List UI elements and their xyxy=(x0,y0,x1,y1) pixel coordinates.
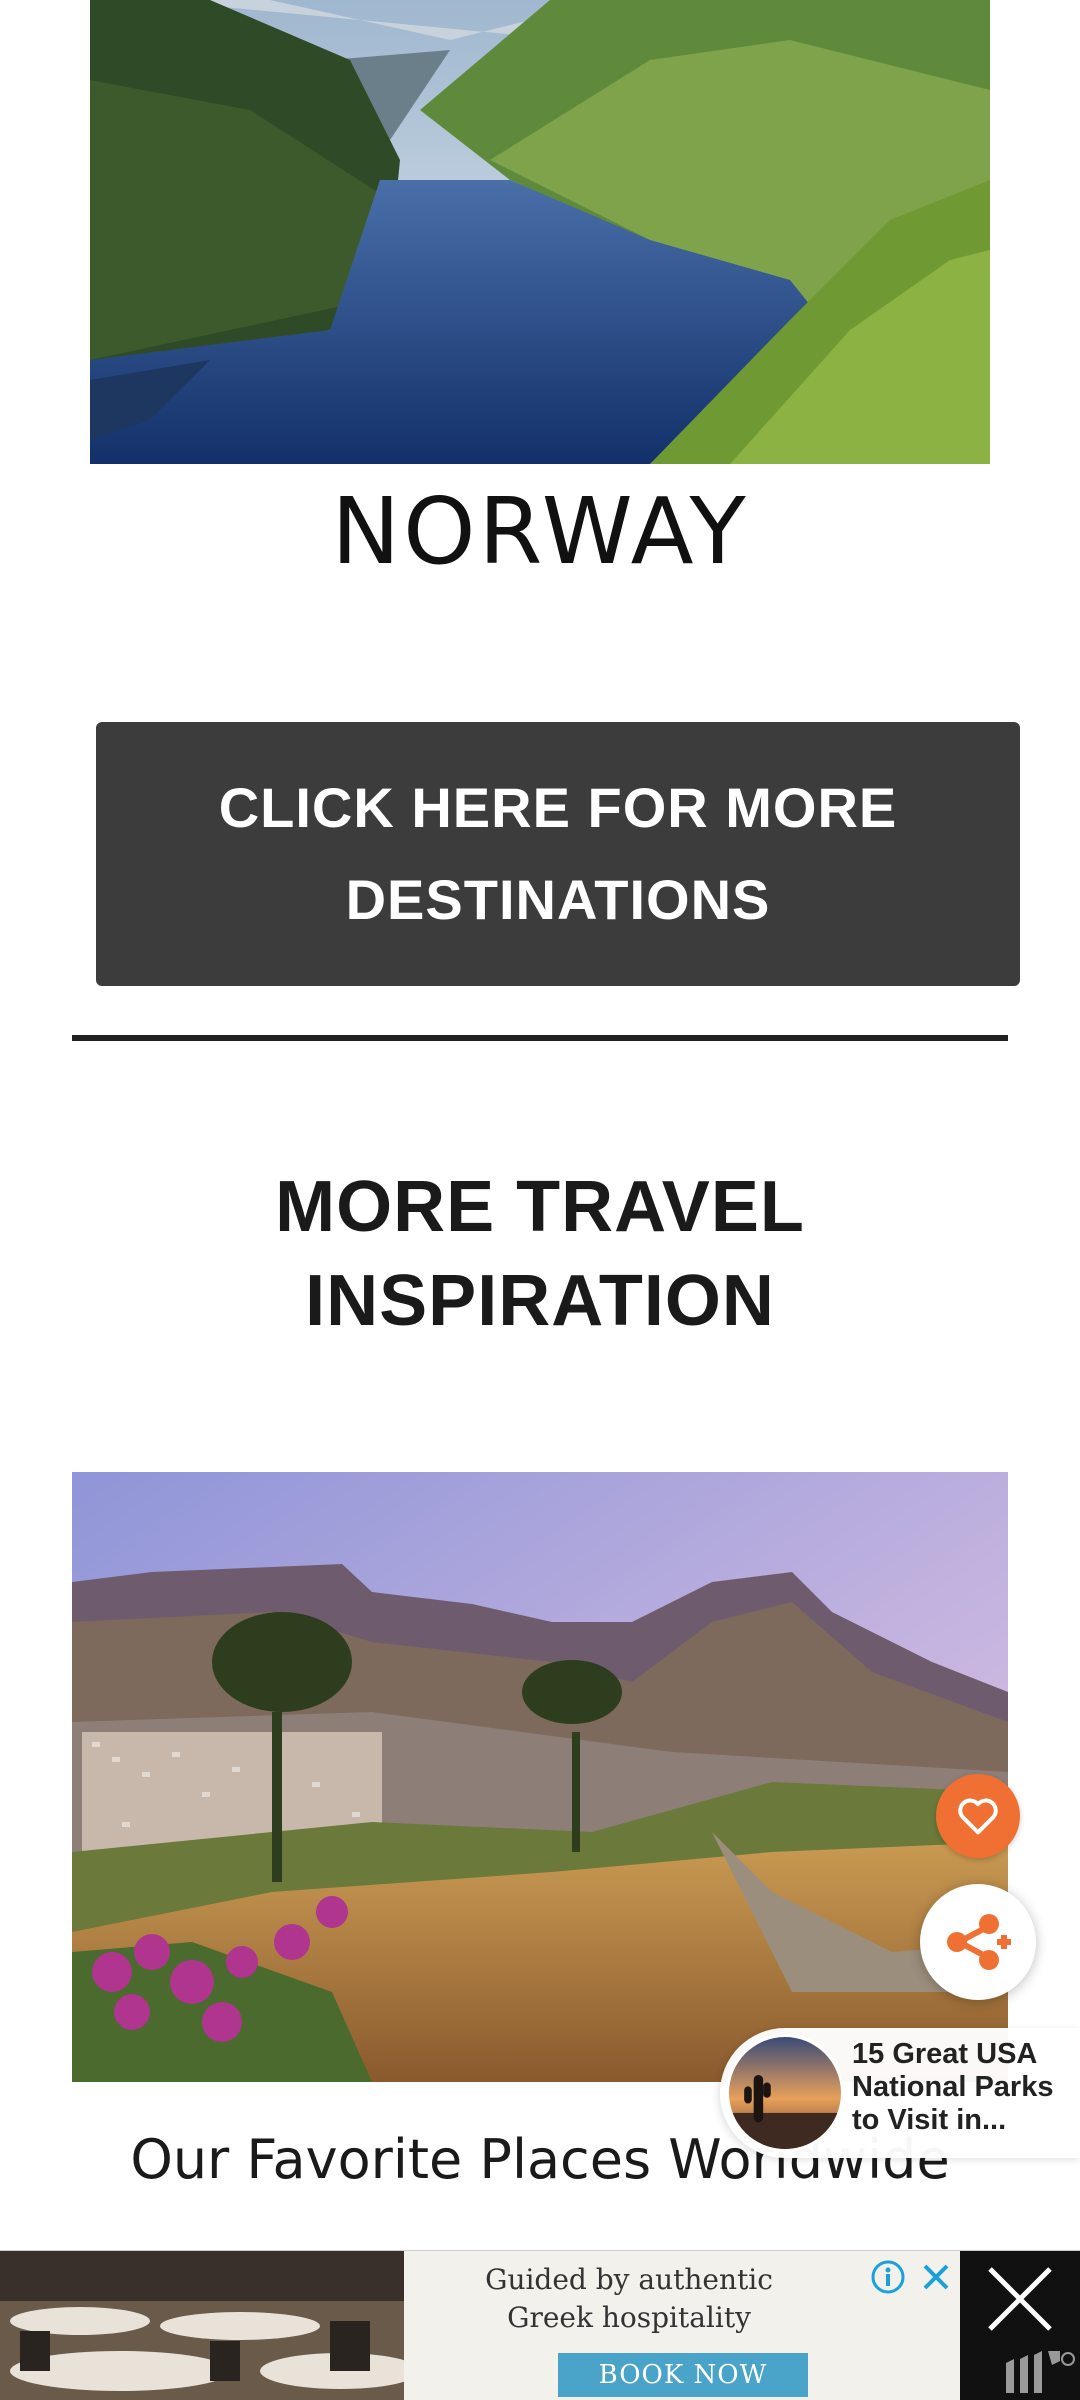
share-button[interactable] xyxy=(920,1884,1036,2000)
ad-book-now-button[interactable]: BOOK NOW xyxy=(558,2353,808,2397)
section-heading: MORE TRAVEL INSPIRATION xyxy=(275,1167,805,1341)
recommended-article[interactable]: 15 Great USA National Parks to Visit in.… xyxy=(720,2028,1080,2158)
close-icon[interactable] xyxy=(914,2255,958,2299)
ad-close-panel[interactable] xyxy=(960,2251,1080,2400)
ad-network-logo-icon xyxy=(1002,2347,1078,2397)
heart-icon xyxy=(958,1798,998,1835)
info-icon[interactable] xyxy=(866,2255,910,2299)
norway-caption: NORWAY xyxy=(331,478,749,585)
recommended-article-thumbnail xyxy=(726,2034,844,2152)
share-icon xyxy=(947,1914,1011,1970)
ad-headline: Guided by authentic Greek hospitality xyxy=(485,2263,773,2334)
favorite-button[interactable] xyxy=(936,1774,1020,1858)
more-destinations-label: CLICK HERE FOR MORE DESTINATIONS xyxy=(218,776,898,931)
ad-restaurant-image xyxy=(0,2251,404,2400)
page: NORWAY CLICK HERE FOR MORE DESTINATIONS … xyxy=(0,0,1080,2400)
favorite-places-image[interactable] xyxy=(72,1472,1008,2082)
ad-banner[interactable]: Guided by authentic Greek hospitality BO… xyxy=(0,2250,1080,2400)
more-destinations-button[interactable]: CLICK HERE FOR MORE DESTINATIONS xyxy=(96,722,1020,986)
norway-destination-image[interactable] xyxy=(90,0,990,464)
section-divider xyxy=(72,1035,1008,1041)
ad-content[interactable]: Guided by authentic Greek hospitality BO… xyxy=(404,2251,960,2400)
recommended-article-title: 15 Great USA National Parks to Visit in.… xyxy=(852,2038,1054,2136)
ad-close-icon[interactable] xyxy=(968,2251,1072,2347)
